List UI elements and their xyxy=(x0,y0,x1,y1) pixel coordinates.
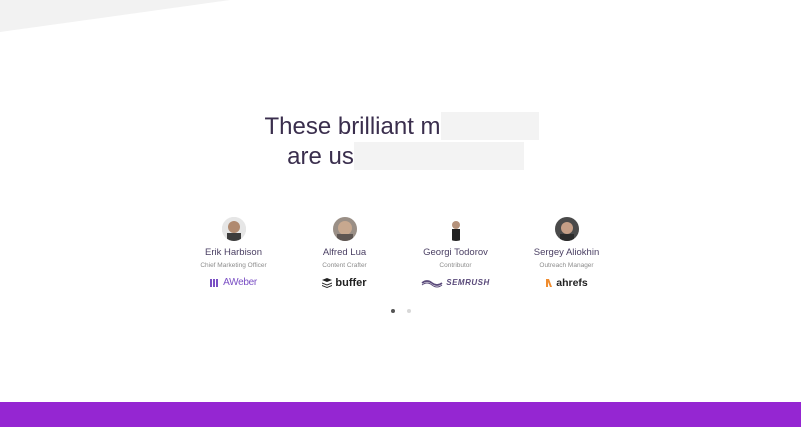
person-role: Chief Marketing Officer xyxy=(200,262,267,269)
person-name: Georgi Todorov xyxy=(423,247,488,258)
person-role: Content Crafter xyxy=(322,262,367,269)
carousel-dot[interactable] xyxy=(390,309,395,313)
company-name: AWeber xyxy=(223,277,257,288)
testimonial-people: Erik Harbison Chief Marketing Officer AW… xyxy=(178,217,622,290)
person-card: Sergey Aliokhin Outreach Manager ahrefs xyxy=(511,217,622,290)
company-name: buffer xyxy=(335,277,367,289)
carousel-dot[interactable] xyxy=(406,309,411,313)
semrush-logo-icon xyxy=(421,280,443,288)
person-role: Outreach Manager xyxy=(539,262,594,269)
avatar xyxy=(332,217,357,241)
footer-bar xyxy=(0,402,801,427)
person-name: Erik Harbison xyxy=(204,247,263,258)
carousel-dots xyxy=(0,309,801,313)
company-logo: ahrefs xyxy=(511,276,622,290)
headline-line-2: are us xyxy=(0,142,801,172)
redaction-block xyxy=(353,142,524,170)
person-name: Sergey Aliokhin xyxy=(533,247,600,258)
person-card: Erik Harbison Chief Marketing Officer AW… xyxy=(178,217,289,290)
ahrefs-logo-icon xyxy=(546,279,553,287)
person-card: Alfred Lua Content Crafter buffer xyxy=(289,217,400,290)
company-logo: buffer xyxy=(289,276,400,290)
buffer-logo-icon xyxy=(322,278,333,288)
aweber-logo-icon xyxy=(210,279,219,287)
decorative-corner-shape xyxy=(0,0,230,32)
avatar xyxy=(221,217,246,241)
avatar xyxy=(554,217,579,241)
company-name: ahrefs xyxy=(556,277,588,289)
redaction-block xyxy=(440,112,539,140)
avatar xyxy=(443,217,468,241)
headline: These brilliant m are us xyxy=(0,112,801,172)
person-role: Contributor xyxy=(439,262,472,269)
person-card: Georgi Todorov Contributor SEMRUSH xyxy=(400,217,511,290)
company-name: SEMRUSH xyxy=(446,278,490,287)
headline-line-1: These brilliant m xyxy=(0,112,801,142)
person-name: Alfred Lua xyxy=(322,247,367,258)
company-logo: AWeber xyxy=(178,276,289,290)
company-logo: SEMRUSH xyxy=(400,276,511,290)
